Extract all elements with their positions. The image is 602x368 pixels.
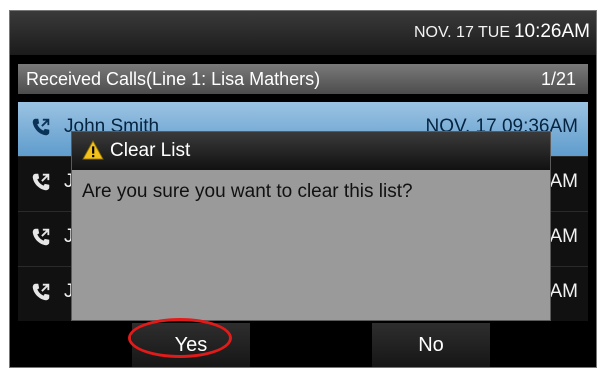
softkey-bar: Yes No <box>10 321 596 367</box>
clear-list-dialog: Clear List Are you sure you want to clea… <box>71 131 551 321</box>
status-bar: NOV. 17 TUE 10:26AM <box>10 11 596 55</box>
call-time: AM <box>549 281 579 302</box>
no-softkey[interactable]: No <box>372 323 490 367</box>
phone-incoming-icon <box>32 173 50 191</box>
list-count: 1/21 <box>540 69 576 89</box>
phone-incoming-icon <box>32 228 50 246</box>
warning-icon <box>82 140 104 160</box>
phone-incoming-icon <box>32 283 50 301</box>
dialog-title: Clear List <box>110 140 191 161</box>
phone-incoming-icon <box>32 118 50 136</box>
list-header: Received Calls(Line 1: Lisa Mathers) 1/2… <box>18 64 588 94</box>
status-time: 10:26AM <box>513 21 590 42</box>
phone-screen: NOV. 17 TUE 10:26AM Received Calls(Line … <box>9 10 597 368</box>
call-time: AM <box>549 226 579 247</box>
dialog-header: Clear List <box>72 132 550 170</box>
dialog-message: Are you sure you want to clear this list… <box>82 181 413 202</box>
annotation-circle <box>128 318 232 358</box>
status-date: NOV. 17 TUE <box>413 24 510 41</box>
list-title: Received Calls(Line 1: Lisa Mathers) <box>26 69 321 89</box>
call-time: AM <box>549 171 579 192</box>
